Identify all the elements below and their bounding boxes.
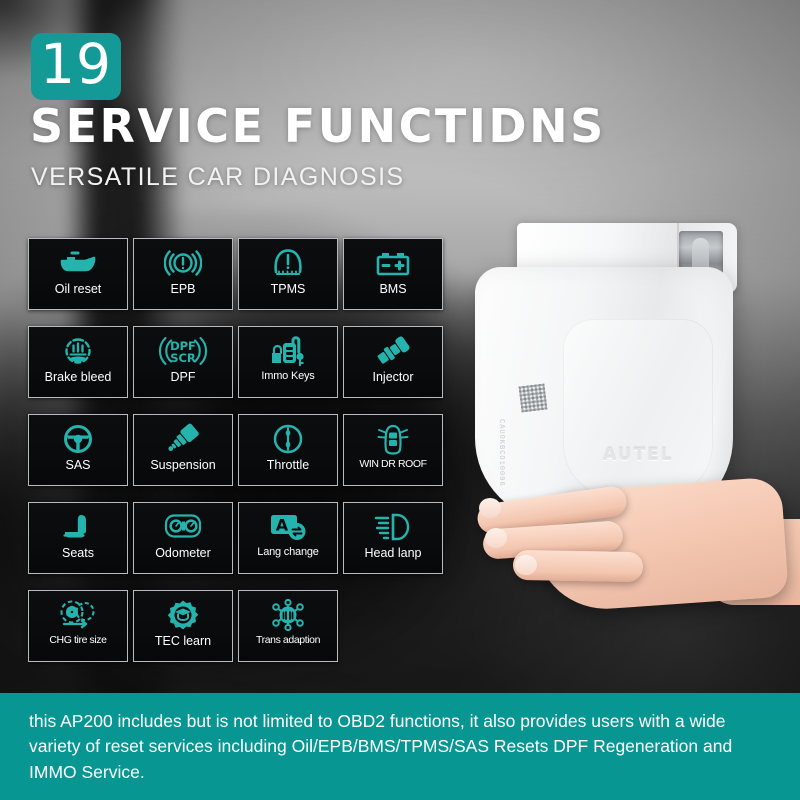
steering-wheel-icon [29,420,127,458]
function-tile-label: CHG tire size [49,634,107,646]
qr-code-icon [518,383,548,413]
function-tile-brake-bleed[interactable]: Brake bleed [28,326,128,398]
brand-logo: AUTEL [603,445,674,465]
function-tile-chg-tire-size[interactable]: CHG tire size [28,590,128,662]
function-tile-label: DPF [170,370,196,384]
function-tile-head-lamp[interactable]: Head lanp [343,502,443,574]
function-tile-label: Lang change [257,546,319,558]
page-subtitle: VERSATILE CAR DIAGNOSIS [31,163,405,191]
dpf-scr-filter-icon: DPF SCR [134,332,232,370]
function-tile-oil-reset[interactable]: Oil reset [28,238,128,310]
function-tile-suspension[interactable]: Suspension [133,414,233,486]
function-tile-label: Suspension [150,458,216,472]
svg-text:A: A [276,516,289,535]
headlamp-icon [344,508,442,546]
function-tile-label: Throttle [266,458,310,472]
language-swap-icon: A [239,508,337,546]
page-title: SERVICE FUNCTIDNS [30,99,606,153]
function-tile-epb[interactable]: EPB [133,238,233,310]
product-photo: CAUOKBCO10006 AUTEL [455,205,800,705]
hand-holding-device [435,467,800,652]
function-tile-throttle[interactable]: Throttle [238,414,338,486]
function-tile-label: EPB [170,282,196,296]
function-tile-sas[interactable]: SAS [28,414,128,486]
fingernail [479,498,501,518]
brake-disc-icon [29,332,127,370]
instrument-cluster-icon [134,508,232,546]
product-marketing-poster: 19 SERVICE FUNCTIDNS VERSATILE CAR DIAGN… [0,0,800,800]
throttle-body-icon [239,420,337,458]
count-badge-number: 19 [40,32,112,96]
description-text: this AP200 includes but is not limited t… [29,711,733,782]
transmission-adaption-icon [239,596,337,634]
function-tile-label: BMS [379,282,407,296]
function-tile-seats[interactable]: Seats [28,502,128,574]
function-tile-label: Immo Keys [261,370,315,382]
tire-size-change-icon [29,596,127,634]
shock-absorber-icon [134,420,232,458]
function-tile-injector[interactable]: Injector [343,326,443,398]
car-window-door-roof-icon [344,420,442,458]
function-tile-label: Trans adaption [255,634,321,646]
function-tile-odometer[interactable]: Odometer [133,502,233,574]
fuel-injector-icon [344,332,442,370]
function-tile-bms[interactable]: BMS [343,238,443,310]
oil-can-icon [29,244,127,282]
gear-graduation-icon [134,596,232,634]
function-tile-label: Odometer [155,546,211,560]
function-tile-label: SAS [65,458,91,472]
car-seat-icon [29,508,127,546]
battery-icon [344,244,442,282]
function-tile-label: TEC learn [154,634,212,648]
function-tile-label: Oil reset [54,282,102,296]
function-tile-tec-learn[interactable]: TEC learn [133,590,233,662]
function-tile-trans-adaption[interactable]: Trans adaption [238,590,338,662]
function-tile-immo-keys[interactable]: Immo Keys [238,326,338,398]
svg-text:SCR: SCR [170,351,196,365]
function-tile-lang-change[interactable]: A Lang change [238,502,338,574]
function-tile-label: Head lanp [364,546,422,560]
function-tile-label: Injector [372,370,414,384]
function-tile-label: WIN DR ROOF [359,458,427,470]
function-tile-dpf[interactable]: DPF SCR DPF [133,326,233,398]
immobilizer-key-icon [239,332,337,370]
count-badge: 19 [31,33,121,100]
fingernail [485,528,507,548]
parking-brake-icon [134,244,232,282]
function-tile-label: TPMS [270,282,306,296]
description-banner: this AP200 includes but is not limited t… [0,693,800,800]
function-tile-tpms[interactable]: TPMS [238,238,338,310]
function-tile-label: Seats [62,546,94,560]
fingernail [515,555,537,575]
tire-pressure-icon [239,244,337,282]
service-functions-grid: Oil reset EPB TPMS BMS Brake bleed DPF S… [28,238,456,662]
function-tile-label: Brake bleed [44,370,112,384]
function-tile-win-dr-roof[interactable]: WIN DR ROOF [343,414,443,486]
